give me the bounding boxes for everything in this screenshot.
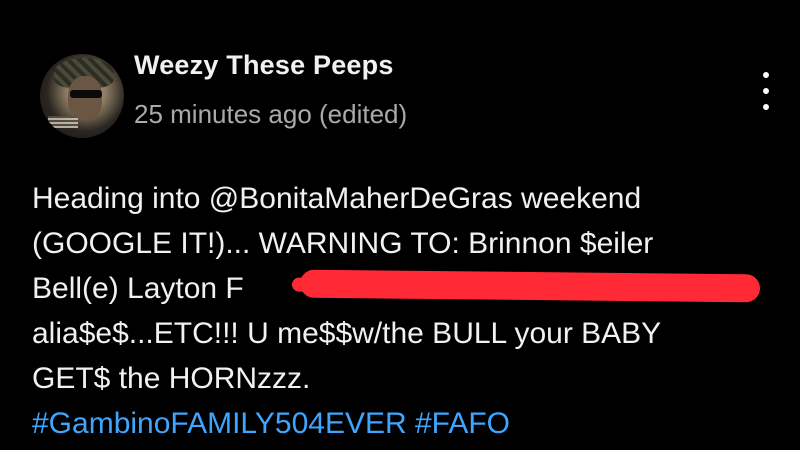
comment-line: GET$ the HORNzzz. <box>32 362 311 395</box>
more-vert-icon <box>763 72 769 78</box>
avatar-caption <box>48 116 78 128</box>
more-vert-icon-dot <box>763 88 769 94</box>
comment-line-text: Bell(e) Layton F <box>32 272 244 305</box>
comment-timestamp: 25 minutes ago (edited) <box>134 99 408 129</box>
comment-line: (GOOGLE IT!)... WARNING TO: Brinnon $eil… <box>32 227 654 260</box>
more-vert-icon-dot <box>763 104 769 110</box>
more-options-button[interactable] <box>748 68 784 114</box>
comment-line: Heading into @BonitaMaherDeGras weekend <box>32 182 642 215</box>
comment-body: Heading into @BonitaMaherDeGras weekend … <box>32 176 788 446</box>
comment-hashtags[interactable]: #GambinoFAMILY504EVER #FAFO <box>32 401 788 446</box>
avatar-sunglasses <box>70 90 102 98</box>
avatar[interactable] <box>40 54 124 138</box>
avatar-face <box>68 76 102 120</box>
comment-line-redacted: Bell(e) Layton F <box>32 266 788 311</box>
comment-author[interactable]: Weezy These Peeps <box>134 50 394 81</box>
comment-line: alia$e$...ETC!!! U me$$w/the BULL your B… <box>32 317 662 350</box>
redaction-scribble <box>299 269 761 303</box>
